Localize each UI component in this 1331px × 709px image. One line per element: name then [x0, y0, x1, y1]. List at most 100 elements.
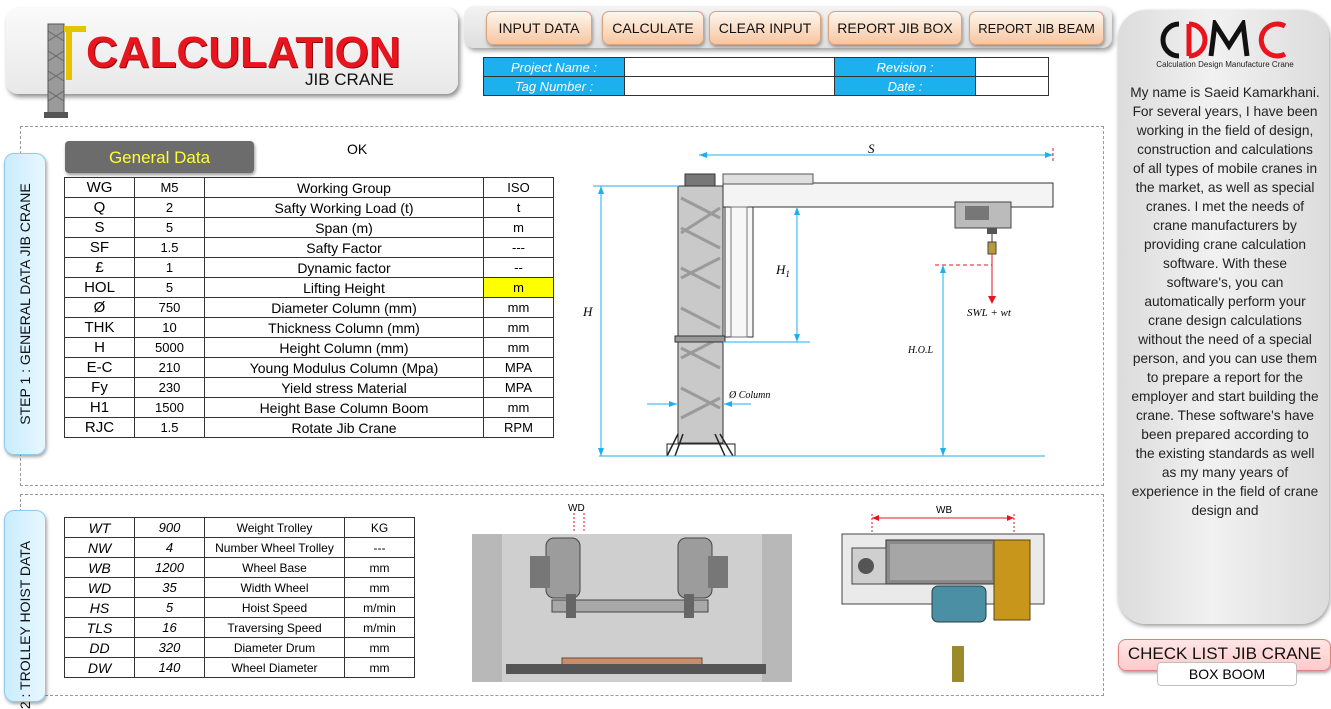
date-field[interactable] [975, 76, 1049, 96]
value-cell[interactable]: 35 [134, 577, 205, 598]
app-subtitle: JIB CRANE [305, 70, 394, 89]
trolley-top-drawing: WB [841, 505, 1045, 682]
value-cell[interactable]: 230 [134, 377, 205, 398]
value-cell[interactable]: 5 [134, 277, 205, 298]
value-cell[interactable]: 140 [134, 657, 205, 678]
value-cell[interactable]: 10 [134, 317, 205, 338]
trolley-wheel-drawing: WD [472, 503, 792, 682]
tag-number-label: Tag Number : [483, 76, 625, 96]
symbol-cell: Q [64, 197, 135, 218]
unit-cell: MPA [483, 357, 554, 378]
table-row: DW 140 Wheel Diameter mm [64, 657, 415, 678]
step1-tab-label: STEP 1 : GENERAL DATA JIB CRANE [17, 183, 33, 425]
description-cell: Safty Factor [204, 237, 484, 258]
value-cell[interactable]: 1 [134, 257, 205, 278]
symbol-cell: WT [64, 517, 135, 538]
jib-crane-diagram: S SWL + wt H H1 H.O.L Ø Column [582, 141, 1054, 457]
symbol-cell: H1 [64, 397, 135, 418]
table-row: HS 5 Hoist Speed m/min [64, 597, 415, 618]
unit-cell: mm [483, 397, 554, 418]
unit-cell: --- [344, 537, 415, 558]
value-cell[interactable]: 750 [134, 297, 205, 318]
symbol-cell: DW [64, 657, 135, 678]
table-row: E-C 210 Young Modulus Column (Mpa) MPA [64, 357, 554, 378]
step2-tab[interactable]: 2 : TROLLEY HOIST DATA [4, 510, 46, 709]
value-cell[interactable]: 1500 [134, 397, 205, 418]
description-cell: Safty Working Load (t) [204, 197, 484, 218]
date-label: Date : [834, 76, 976, 96]
value-cell[interactable]: 1200 [134, 557, 205, 578]
input-data-button[interactable]: INPUT DATA [486, 11, 592, 45]
unit-cell: m/min [344, 597, 415, 618]
table-row: £1 Dynamic factor -- [64, 257, 554, 278]
table-row: HOL 5 Lifting Height m [64, 277, 554, 298]
symbol-cell: NW [64, 537, 135, 558]
description-cell: Hoist Speed [204, 597, 345, 618]
symbol-cell: HS [64, 597, 135, 618]
value-cell[interactable]: 5 [134, 597, 205, 618]
calculate-button[interactable]: CALCULATE [602, 11, 704, 45]
value-cell[interactable]: 16 [134, 617, 205, 638]
unit-cell: ISO [483, 177, 554, 198]
description-cell: Weight Trolley [204, 517, 345, 538]
value-cell[interactable]: 900 [134, 517, 205, 538]
table-row: Fy 230 Yield stress Material MPA [64, 377, 554, 398]
unit-cell: mm [483, 337, 554, 358]
tag-number-field[interactable] [624, 76, 835, 96]
revision-field[interactable] [975, 57, 1049, 77]
project-name-field[interactable] [624, 57, 835, 77]
symbol-cell: £ [64, 257, 135, 278]
report-jib-beam-button[interactable]: REPORT JIB BEAM [969, 11, 1104, 45]
symbol-cell: Ø [64, 297, 135, 318]
description-cell: Young Modulus Column (Mpa) [204, 357, 484, 378]
load-label: SWL + wt [967, 307, 1012, 319]
description-cell: Yield stress Material [204, 377, 484, 398]
table-row: WT 900 Weight Trolley KG [64, 517, 415, 538]
symbol-cell: TLS [64, 617, 135, 638]
value-cell[interactable]: 210 [134, 357, 205, 378]
unit-cell: m/min [344, 617, 415, 638]
trolley-data-table: WT 900 Weight Trolley KG NW 4 Number Wheel Tro… [64, 517, 415, 678]
description-cell: Dynamic factor [204, 257, 484, 278]
value-cell[interactable]: M5 [134, 177, 205, 198]
step2-tab-label: 2 : TROLLEY HOIST DATA [17, 540, 33, 709]
cdmc-logo-icon [1160, 20, 1287, 59]
unit-cell: --- [483, 237, 554, 258]
description-cell: Diameter Drum [204, 637, 345, 658]
box-boom-button[interactable]: BOX BOOM [1157, 662, 1297, 686]
value-cell[interactable]: 5 [134, 217, 205, 238]
value-cell[interactable]: 1.5 [134, 237, 205, 258]
table-row: RJC 1.5 Rotate Jib Crane RPM [64, 417, 554, 438]
value-cell[interactable]: 4 [134, 537, 205, 558]
symbol-cell: S [64, 217, 135, 238]
unit-cell: mm [344, 637, 415, 658]
description-cell: Height Base Column Boom [204, 397, 484, 418]
value-cell[interactable]: 320 [134, 637, 205, 658]
project-name-label: Project Name : [483, 57, 625, 77]
value-cell[interactable]: 2 [134, 197, 205, 218]
symbol-cell: E-C [64, 357, 135, 378]
symbol-cell: SF [64, 237, 135, 258]
description-cell: Height Column (mm) [204, 337, 484, 358]
symbol-cell: WG [64, 177, 135, 198]
description-cell: Number Wheel Trolley [204, 537, 345, 558]
symbol-cell: HOL [64, 277, 135, 298]
wheel-base-label: WB [936, 505, 952, 516]
value-cell[interactable]: 5000 [134, 337, 205, 358]
status-text: OK [347, 141, 368, 157]
unit-cell: m [483, 217, 554, 238]
symbol-cell: H [64, 337, 135, 358]
report-jib-box-button[interactable]: REPORT JIB BOX [828, 11, 962, 45]
step1-tab[interactable]: STEP 1 : GENERAL DATA JIB CRANE [4, 153, 46, 455]
span-dim-label: S [868, 141, 875, 156]
height-dim-label: H [582, 304, 593, 319]
table-row: Ø 750 Diameter Column (mm) mm [64, 297, 554, 318]
logo-tagline: Calculation Design Manufacture Crane [1156, 60, 1294, 69]
table-row: TLS 16 Traversing Speed m/min [64, 617, 415, 638]
table-row: WB 1200 Wheel Base mm [64, 557, 415, 578]
value-cell[interactable]: 1.5 [134, 417, 205, 438]
symbol-cell: RJC [64, 417, 135, 438]
description-cell: Thickness Column (mm) [204, 317, 484, 338]
table-row: S 5 Span (m) m [64, 217, 554, 238]
clear-input-button[interactable]: CLEAR INPUT [709, 11, 821, 45]
